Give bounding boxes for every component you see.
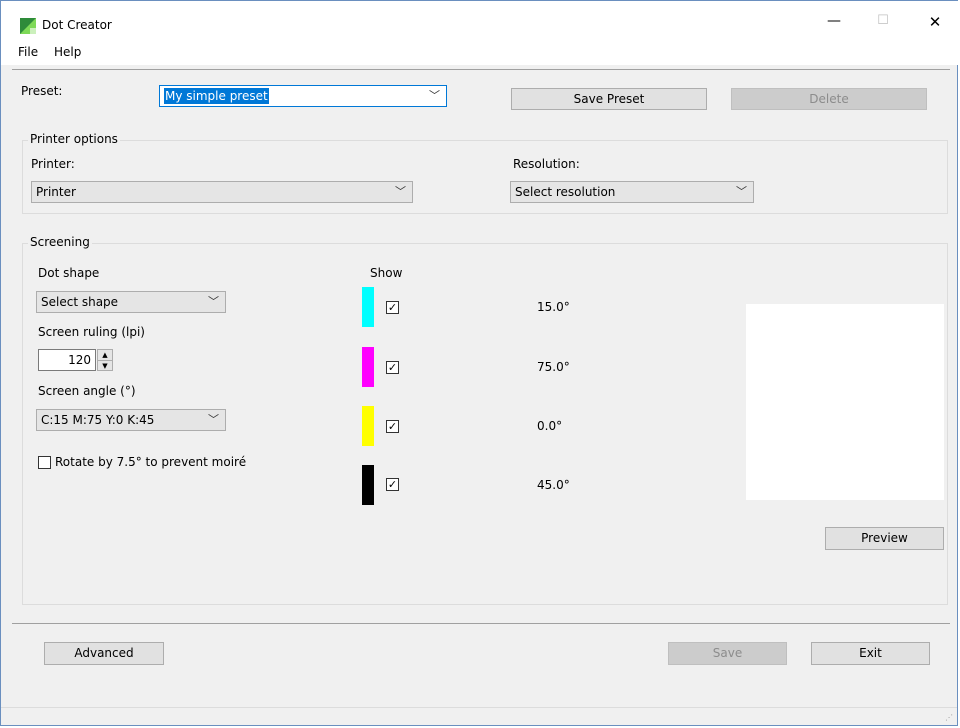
menu-help[interactable]: Help <box>54 45 81 59</box>
cyan-angle: 15.0° <box>537 300 570 314</box>
advanced-button[interactable]: Advanced <box>44 642 164 665</box>
dot-shape-value: Select shape <box>41 295 119 309</box>
screen-angle-select[interactable]: C:15 M:75 Y:0 K:45 ﹀ <box>36 409 226 431</box>
chevron-down-icon: ﹀ <box>395 185 406 198</box>
app-logo-icon <box>20 18 36 34</box>
spin-up-icon[interactable]: ▲ <box>98 350 112 361</box>
black-swatch <box>362 465 374 505</box>
show-label: Show <box>370 266 403 280</box>
title-bar: Dot Creator — ☐ ✕ <box>1 1 959 41</box>
chevron-down-icon: ﹀ <box>208 295 219 308</box>
preset-select[interactable]: My simple preset ﹀ <box>159 85 447 107</box>
resize-grip-icon[interactable]: ⋰ <box>945 713 955 723</box>
screen-angle-label: Screen angle (°) <box>38 384 136 398</box>
menu-file[interactable]: File <box>18 45 38 59</box>
printer-options-legend: Printer options <box>28 132 120 146</box>
spin-down-icon[interactable]: ▼ <box>98 361 112 371</box>
resolution-label: Resolution: <box>513 157 580 171</box>
preview-button[interactable]: Preview <box>825 527 944 550</box>
printer-select[interactable]: Printer ﹀ <box>31 181 413 203</box>
footer-divider <box>12 623 950 624</box>
printer-label: Printer: <box>31 157 75 171</box>
screen-angle-value: C:15 M:75 Y:0 K:45 <box>41 413 155 427</box>
rotate-label: Rotate by 7.5° to prevent moiré <box>55 455 247 469</box>
magenta-angle: 75.0° <box>537 360 570 374</box>
yellow-swatch <box>362 406 374 446</box>
save-preset-button[interactable]: Save Preset <box>511 88 707 110</box>
cyan-swatch <box>362 287 374 327</box>
chevron-down-icon: ﹀ <box>208 413 219 426</box>
minimize-icon[interactable]: — <box>824 13 844 29</box>
preview-canvas <box>746 304 944 500</box>
resolution-select[interactable]: Select resolution ﹀ <box>510 181 754 203</box>
screening-legend: Screening <box>28 235 92 249</box>
status-bar <box>1 707 957 726</box>
exit-button[interactable]: Exit <box>811 642 930 665</box>
menu-bar: File Help <box>1 41 959 65</box>
black-angle: 45.0° <box>537 478 570 492</box>
magenta-show-checkbox[interactable]: ✓ <box>386 361 399 374</box>
close-icon[interactable]: ✕ <box>925 13 945 31</box>
preset-value: My simple preset <box>164 88 269 104</box>
black-show-checkbox[interactable]: ✓ <box>386 478 399 491</box>
cyan-show-checkbox[interactable]: ✓ <box>386 301 399 314</box>
chevron-down-icon: ﹀ <box>429 89 440 102</box>
dot-shape-label: Dot shape <box>38 266 100 280</box>
yellow-show-checkbox[interactable]: ✓ <box>386 420 399 433</box>
maximize-icon[interactable]: ☐ <box>873 13 893 28</box>
magenta-swatch <box>362 347 374 387</box>
printer-value: Printer <box>36 185 76 199</box>
delete-preset-button[interactable]: Delete <box>731 88 927 110</box>
window-title: Dot Creator <box>42 18 112 32</box>
yellow-angle: 0.0° <box>537 419 563 433</box>
rotate-checkbox[interactable] <box>38 456 51 469</box>
resolution-value: Select resolution <box>515 185 616 199</box>
chevron-down-icon: ﹀ <box>736 185 747 198</box>
dot-shape-select[interactable]: Select shape ﹀ <box>36 291 226 313</box>
screen-ruling-label: Screen ruling (lpi) <box>38 325 145 339</box>
screen-ruling-input[interactable]: 120 <box>38 349 96 371</box>
app-window: Dot Creator — ☐ ✕ File Help Preset: My s… <box>0 0 959 726</box>
screen-ruling-spinner[interactable]: ▲ ▼ <box>97 349 113 371</box>
preset-label: Preset: <box>21 84 63 98</box>
header-divider <box>12 69 950 70</box>
save-button[interactable]: Save <box>668 642 787 665</box>
